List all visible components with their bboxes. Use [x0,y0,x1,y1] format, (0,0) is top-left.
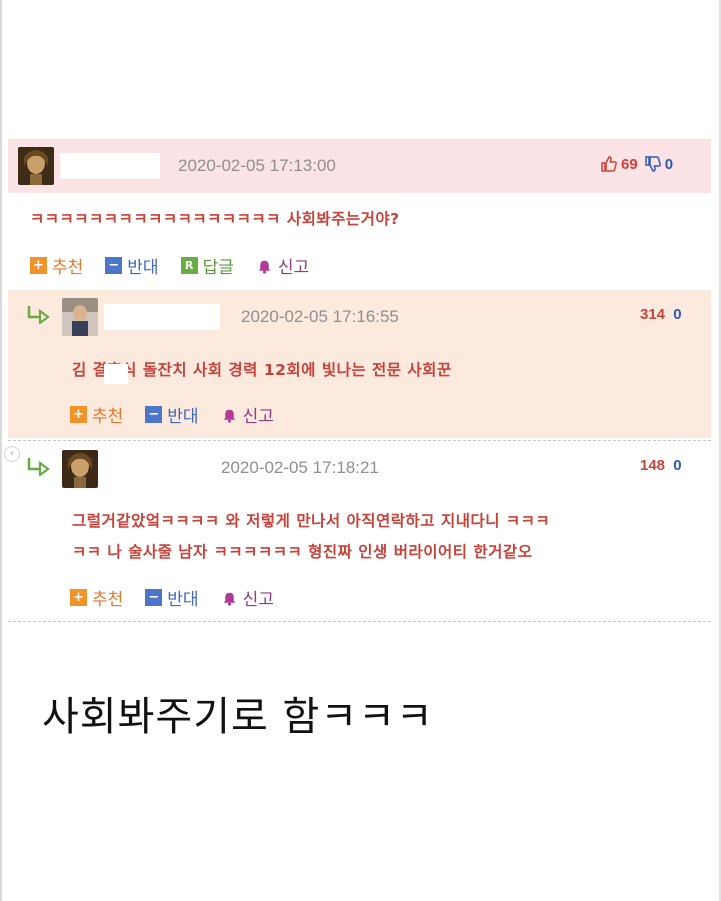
reply-arrow-icon [26,456,52,478]
comment-actions: + 추천 − 반대 R 답글 신고 [30,253,331,278]
minus-icon: − [145,406,163,423]
recommend-label: 추천 [92,590,124,610]
oppose-button[interactable]: − 반대 [145,585,199,610]
comment-actions: + 추천 − 반대 신고 [70,585,296,610]
comment-text: 김 결혼식 돌잔치 사회 경력 12회에 빛나는 전문 사회꾼 [72,354,452,386]
report-bell-icon [221,406,238,423]
comment-text-line-2: ㅋㅋ 나 술사줄 남자 ㅋㅋㅋㅋㅋㅋ 형진짜 인생 버라이어티 한거같오 [72,543,533,561]
minus-icon: − [145,589,163,606]
report-label: 신고 [242,590,274,610]
recommend-button[interactable]: + 추천 [70,585,123,610]
frame-border-left [0,0,2,901]
report-button[interactable]: 신고 [221,402,274,427]
vote-box: 314 0 [640,306,682,323]
up-count: 148 [640,457,666,474]
up-count: 69 [621,155,638,173]
chevron-left-icon[interactable]: ‹ [4,446,20,462]
report-button[interactable]: 신고 [221,585,274,610]
name-redacted [104,364,128,384]
vote-box: 69 0 [600,155,673,173]
divider [8,440,711,441]
oppose-button[interactable]: − 반대 [105,253,159,278]
plus-icon: + [70,589,87,606]
comment-1-header: 2020-02-05 17:13:00 69 0 [8,139,711,193]
reply-button[interactable]: R 답글 [180,253,234,278]
avatar-icon[interactable] [62,450,98,488]
comment-actions: + 추천 − 반대 신고 [70,402,296,427]
report-label: 신고 [277,258,310,278]
comment-timestamp: 2020-02-05 17:16:55 [241,307,399,326]
recommend-button[interactable]: + 추천 [30,253,83,278]
divider [8,621,711,622]
comment-text-content: 김 결혼식 돌잔치 사회 경력 12회에 빛나는 전문 사회꾼 [72,361,452,379]
reply-r-icon: R [180,257,198,274]
comment-timestamp: 2020-02-05 17:18:21 [221,458,379,477]
reply-comment-1: 2020-02-05 17:16:55 314 0 김 결혼식 돌잔치 사회 경… [8,290,711,438]
comment-text-line-1: 그럴거같았엌ㅋㅋㅋㅋ 와 저렇게 만나서 아직연락하고 지내다니 ㅋㅋㅋ [72,512,551,530]
minus-icon: − [105,257,123,274]
report-button[interactable]: 신고 [256,253,309,278]
username-redacted [60,153,160,179]
comment-text: ㅋㅋㅋㅋㅋㅋㅋㅋㅋㅋㅋㅋㅋㅋㅋㅋㅋ 사회봐주는거야? [30,210,400,228]
comment-timestamp: 2020-02-05 17:13:00 [178,156,336,175]
report-bell-icon [221,589,238,606]
oppose-label: 반대 [127,258,159,278]
recommend-label: 추천 [92,407,124,427]
reply-label: 답글 [202,258,234,278]
down-count: 0 [673,457,682,474]
down-count: 0 [673,306,682,323]
recommend-button[interactable]: + 추천 [70,402,123,427]
report-bell-icon [256,257,273,274]
down-count: 0 [664,155,674,173]
oppose-label: 반대 [167,407,199,427]
vote-box: 148 0 [640,457,682,474]
recommend-label: 추천 [52,258,84,278]
reply-arrow-icon [26,304,52,326]
thumbs-up-icon[interactable] [600,155,618,173]
up-count: 314 [640,306,666,323]
avatar-icon[interactable] [62,298,98,336]
plus-icon: + [30,257,47,274]
thumbs-down-icon[interactable] [644,155,662,173]
report-label: 신고 [242,407,274,427]
plus-icon: + [70,406,87,423]
caption-text: 사회봐주기로 함ㅋㅋㅋ [42,694,434,740]
username-redacted [104,304,220,330]
oppose-button[interactable]: − 반대 [145,402,199,427]
oppose-label: 반대 [167,590,199,610]
avatar-icon[interactable] [18,147,54,185]
